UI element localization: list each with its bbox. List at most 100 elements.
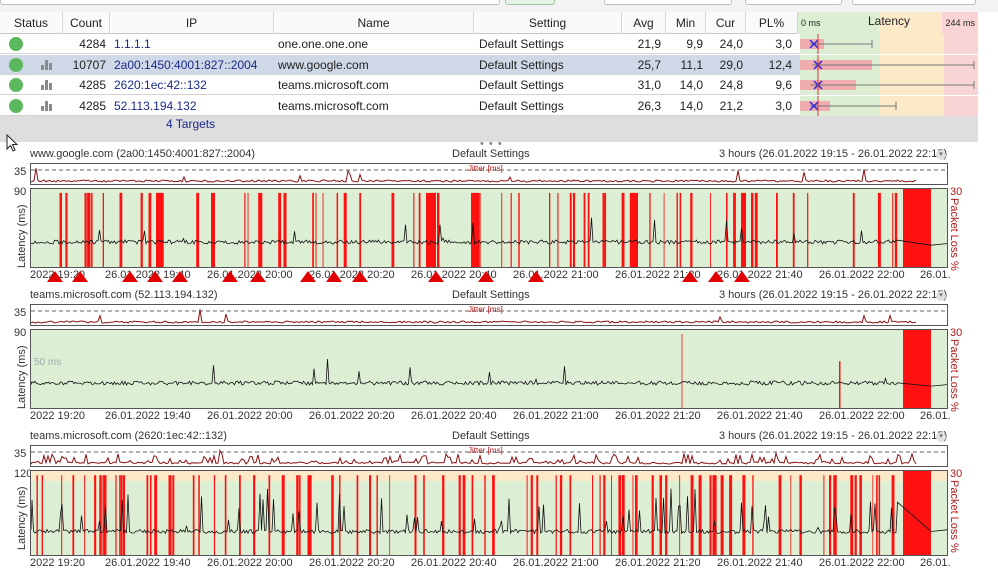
x-axis-tick-label: 26.01.2022 21:40 [717, 410, 803, 422]
table-header: Status Count IP Name Setting Avg Min Cur… [0, 12, 978, 34]
col-count[interactable]: Count [63, 12, 110, 34]
cell-avg: 26,3 [637, 98, 661, 113]
cell-cur: 24,0 [719, 37, 743, 51]
cell-pl: 3,0 [775, 37, 792, 51]
targets-table: Status Count IP Name Setting Avg Min Cur… [0, 12, 978, 142]
cell-pl: 9,6 [775, 78, 792, 92]
x-axis-tick-label: 26.01.2022 20:20 [309, 557, 395, 569]
table-row[interactable]: 10707 2a00:1450:4001:827::2004 www.google.… [0, 54, 978, 75]
cell-min: 11,1 [680, 57, 703, 72]
x-axis-tick-label: 2022 19:20 [30, 410, 86, 422]
chevron-down-icon[interactable]: ▾ [936, 432, 946, 442]
trace-button[interactable] [505, 0, 555, 5]
cell-min: 9,9 [686, 37, 703, 51]
latency-sparkline [800, 95, 978, 116]
jitter-label: Jitter [ms] [468, 164, 503, 173]
latency-min-label: 0 ms [801, 18, 821, 28]
interval-input[interactable] [604, 0, 732, 5]
cell-setting: Default Settings [479, 78, 564, 92]
graph-range-title: 3 hours (26.01.2022 19:15 - 26.01.2022 2… [719, 430, 948, 442]
target-input-field[interactable] [0, 0, 500, 5]
cell-pl: 12,4 [768, 57, 792, 72]
chevron-down-icon[interactable]: ▾ [936, 150, 946, 160]
col-latency[interactable]: 0 ms Latency 244 ms [798, 12, 978, 34]
cell-cur: 29,0 [719, 57, 743, 72]
graph-host-title: teams.microsoft.com (2620:1ec:42::132) [30, 430, 227, 442]
col-setting[interactable]: Setting [474, 12, 622, 34]
cell-name: teams.microsoft.com [278, 98, 389, 113]
bar-chart-icon[interactable] [41, 80, 53, 90]
cell-ip: 52.113.194.132 [114, 98, 197, 113]
cell-min: 14,0 [679, 98, 703, 113]
jitter-max-tick: 35 [14, 166, 27, 178]
x-axis-tick-label: 26.01.2022 22:00 [819, 410, 905, 422]
x-axis-tick-label: 26.01.2022 21:20 [615, 557, 701, 569]
graph-panel[interactable]: teams.microsoft.com (2620:1ec:42::132) De… [0, 430, 978, 571]
top-toolbar-strip [0, 0, 998, 12]
table-row[interactable]: 4285 52.113.194.132 teams.microsoft.com Def… [0, 95, 978, 116]
status-ok-icon [9, 57, 23, 72]
cell-setting: Default Settings [479, 57, 564, 72]
x-axis-tick-label: 26.01. [920, 410, 951, 422]
packet-loss-axis-label: Packet Loss % [948, 480, 960, 553]
graph-panel[interactable]: teams.microsoft.com (52.113.194.132) Defa… [0, 289, 978, 430]
cell-count: 10707 [72, 57, 106, 72]
cell-ip: 2a00:1450:4001:827::2004 [114, 57, 258, 72]
jitter-max-tick: 35 [14, 448, 27, 460]
col-status[interactable]: Status [0, 12, 63, 34]
targets-count-label: 4 Targets [166, 117, 216, 131]
options-input[interactable] [852, 0, 976, 5]
chevron-down-icon[interactable]: ▾ [936, 291, 946, 301]
packet-loss-axis-label: Packet Loss % [948, 339, 960, 412]
latency-axis-label: Latency (ms) [16, 345, 28, 409]
graph-range-title: 3 hours (26.01.2022 19:15 - 26.01.2022 2… [719, 148, 948, 160]
cell-count: 4285 [79, 98, 106, 113]
graph-setting-title: Default Settings [452, 289, 530, 301]
x-axis-tick-label: 26.01.2022 21:00 [513, 410, 599, 422]
cell-avg: 31,0 [637, 78, 661, 92]
latency-max-label: 244 ms [945, 18, 975, 28]
cell-name: one.one.one.one [278, 37, 369, 51]
cell-avg: 21,9 [637, 37, 661, 51]
graph-host-title: www.google.com (2a00:1450:4001:827::2004… [30, 148, 256, 160]
jitter-max-tick: 35 [14, 307, 27, 319]
graph-panel[interactable]: www.google.com (2a00:1450:4001:827::2004… [0, 148, 978, 289]
cell-min: 14,0 [679, 78, 703, 92]
latency-sparkline [800, 75, 978, 95]
x-axis-tick-label: 26.01.2022 22:00 [819, 557, 905, 569]
bar-chart-icon[interactable] [41, 100, 53, 111]
col-avg[interactable]: Avg [622, 12, 666, 34]
cell-setting: Default Settings [479, 37, 564, 51]
latency-header-label: Latency [868, 14, 911, 28]
table-row[interactable]: 4285 2620:1ec:42::132 teams.microsoft.com D… [0, 75, 978, 95]
col-cur[interactable]: Cur [706, 12, 746, 34]
x-axis-tick-label: 26.01.2022 20:00 [207, 410, 293, 422]
cell-count: 4285 [79, 78, 106, 92]
loss-max-tick: 30 [950, 327, 963, 339]
latency-axis-label: Latency (ms) [16, 204, 28, 268]
focus-input[interactable] [745, 0, 842, 5]
splitter-grip-icon[interactable]: • • • [480, 139, 503, 150]
jitter-label: Jitter [ms] [468, 305, 503, 314]
latency-plot [30, 470, 948, 556]
x-axis-tick-label: 26.01.2022 21:20 [615, 410, 701, 422]
latency-sparkline [800, 54, 978, 75]
latency-max-tick: 90 [14, 327, 27, 339]
x-axis-tick-label: 26.01.2022 20:40 [411, 410, 497, 422]
col-name[interactable]: Name [274, 12, 474, 34]
cell-ip: 2620:1ec:42::132 [114, 78, 207, 92]
col-pl[interactable]: PL% [746, 12, 798, 34]
jitter-label: Jitter [ms] [468, 446, 503, 455]
x-axis-tick-label: 26.01.2022 19:40 [105, 557, 191, 569]
latency-axis-label: Latency (ms) [16, 486, 28, 550]
col-ip[interactable]: IP [110, 12, 274, 34]
latency-plot [30, 188, 948, 268]
x-axis-tick-label: 26.01.2022 19:40 [105, 410, 191, 422]
cell-name: teams.microsoft.com [278, 78, 389, 92]
baseline-note: 50 ms [34, 357, 62, 368]
status-ok-icon [9, 37, 23, 51]
bar-chart-icon[interactable] [41, 59, 53, 70]
table-row[interactable]: 4284 1.1.1.1 one.one.one.one Default Settin… [0, 34, 978, 54]
col-min[interactable]: Min [666, 12, 706, 34]
latency-sparkline [800, 34, 978, 54]
